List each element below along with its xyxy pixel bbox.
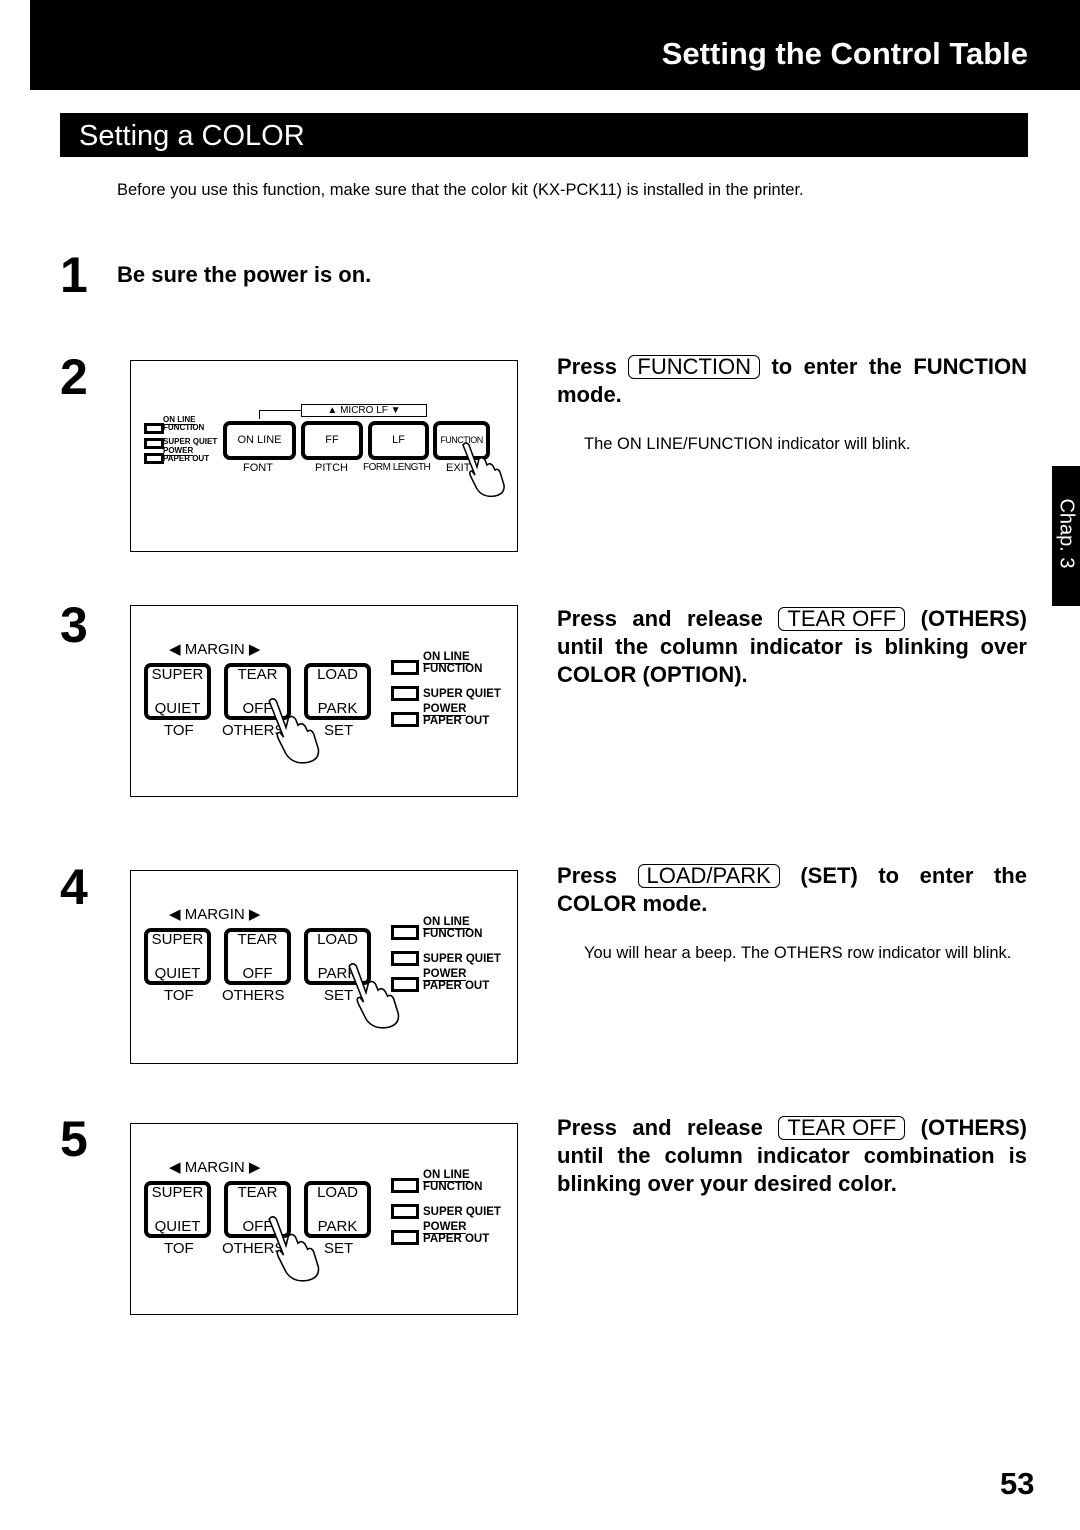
button-sublabel: FONT bbox=[243, 462, 273, 474]
indicator-lamp-icon bbox=[391, 660, 419, 675]
super-quiet-button: SUPER QUIET bbox=[144, 663, 211, 720]
button-label-line: SUPER bbox=[151, 666, 204, 683]
section-title-bar: Setting a COLOR bbox=[60, 113, 1028, 157]
heading-text: Press and release bbox=[557, 606, 763, 631]
online-button: ON LINE bbox=[223, 421, 296, 460]
indicator-lamp-icon bbox=[391, 686, 419, 701]
indicator-label: PAPER OUT bbox=[423, 980, 490, 992]
step-heading: Be sure the power is on. bbox=[117, 262, 372, 287]
indicator-lamp-icon bbox=[144, 423, 164, 434]
step-number: 3 bbox=[60, 597, 88, 653]
heading-text: Press bbox=[557, 354, 617, 379]
step-number: 2 bbox=[60, 349, 88, 405]
indicator-lamp-icon bbox=[391, 1204, 419, 1219]
intro-text: Before you use this function, make sure … bbox=[117, 181, 804, 199]
button-sublabel: SET bbox=[324, 722, 354, 739]
step-number: 1 bbox=[60, 247, 88, 303]
step-note: The ON LINE/FUNCTION indicator will blin… bbox=[584, 435, 911, 453]
button-sublabel: FORM LENGTH bbox=[363, 462, 431, 473]
button-label-line: QUIET bbox=[154, 965, 201, 982]
tear-off-button: TEAR OFF bbox=[224, 928, 291, 985]
ff-button: FF bbox=[301, 421, 363, 460]
button-sublabel: OTHERS bbox=[222, 987, 285, 1004]
tear-off-key-cap: TEAR OFF bbox=[778, 1116, 906, 1140]
button-label-line: SUPER bbox=[151, 931, 204, 948]
button-sublabel: SET bbox=[324, 1240, 354, 1257]
load-park-key-cap: LOAD/PARK bbox=[637, 864, 780, 888]
pointing-hand-icon bbox=[348, 963, 400, 1029]
control-panel-diagram: ◀ MARGIN ▶ SUPER QUIET TOF TEAR OFF OTHERS LOAD… bbox=[130, 605, 518, 797]
pointing-hand-icon bbox=[462, 442, 505, 497]
button-sublabel: PITCH bbox=[315, 462, 348, 474]
button-label-line: LOAD bbox=[317, 666, 358, 683]
step-heading: Press and release TEAR OFF (OTHERS) unti… bbox=[557, 1114, 1027, 1198]
step-heading: Press and release TEAR OFF (OTHERS) unti… bbox=[557, 605, 1027, 689]
heading-text: Press bbox=[557, 863, 617, 888]
button-label-line: QUIET bbox=[154, 700, 201, 717]
button-label-line: PARK bbox=[317, 700, 358, 717]
button-label-line: OFF bbox=[242, 965, 273, 982]
indicator-lamp-icon bbox=[391, 1178, 419, 1193]
button-label-line: LOAD bbox=[317, 931, 358, 948]
button-label-line: TEAR bbox=[237, 666, 278, 683]
bracket-line bbox=[259, 410, 302, 419]
lf-button: LF bbox=[368, 421, 429, 460]
indicator-label: SUPER QUIET bbox=[423, 1206, 501, 1218]
margin-label: ◀ MARGIN ▶ bbox=[169, 906, 261, 923]
margin-label: ◀ MARGIN ▶ bbox=[169, 641, 261, 658]
heading-text: Press and release bbox=[557, 1115, 763, 1140]
indicator-lamp-icon bbox=[391, 712, 419, 727]
heading-text: (SET) to enter the COLOR mode. bbox=[557, 863, 1027, 916]
pointing-hand-icon bbox=[268, 1216, 320, 1282]
button-label-line: SUPER bbox=[151, 1184, 204, 1201]
step-note: You will hear a beep. The OTHERS row ind… bbox=[584, 944, 1012, 962]
page-number: 53 bbox=[1000, 1466, 1035, 1501]
button-label-line: TEAR bbox=[237, 1184, 278, 1201]
super-quiet-button: SUPER QUIET bbox=[144, 1181, 211, 1238]
indicator-label: PAPER OUT bbox=[423, 1233, 490, 1245]
indicator-label: SUPER QUIET bbox=[163, 437, 218, 446]
button-sublabel: TOF bbox=[164, 987, 194, 1004]
chapter-tab: Chap. 3 bbox=[1052, 466, 1080, 606]
indicator-label: FUNCTION bbox=[163, 423, 205, 432]
indicator-label: PAPER OUT bbox=[163, 454, 210, 463]
step-number: 4 bbox=[60, 859, 88, 915]
indicator-label: PAPER OUT bbox=[423, 715, 490, 727]
step-number: 5 bbox=[60, 1111, 88, 1167]
indicator-lamp-icon bbox=[391, 925, 419, 940]
control-panel-diagram: ON LINE FUNCTION SUPER QUIET POWER PAPER… bbox=[130, 360, 518, 552]
tear-off-key-cap: TEAR OFF bbox=[778, 607, 906, 631]
indicator-lamp-icon bbox=[144, 453, 164, 464]
section-title: Setting a COLOR bbox=[79, 120, 305, 152]
indicator-lamp-icon bbox=[144, 438, 164, 449]
function-key-cap: FUNCTION bbox=[628, 355, 761, 379]
super-quiet-button: SUPER QUIET bbox=[144, 928, 211, 985]
button-sublabel: TOF bbox=[164, 722, 194, 739]
micro-lf-label: ▲ MICRO LF ▼ bbox=[301, 404, 427, 417]
indicator-label: FUNCTION bbox=[423, 1181, 483, 1193]
margin-label: ◀ MARGIN ▶ bbox=[169, 1159, 261, 1176]
indicator-label: FUNCTION bbox=[423, 663, 483, 675]
page-header-title: Setting the Control Table bbox=[661, 36, 1028, 71]
button-label-line: LOAD bbox=[317, 1184, 358, 1201]
indicator-label: SUPER QUIET bbox=[423, 688, 501, 700]
page-header-bar: Setting the Control Table bbox=[30, 0, 1080, 90]
indicator-label: FUNCTION bbox=[423, 928, 483, 940]
button-label-line: PARK bbox=[317, 1218, 358, 1235]
control-panel-diagram: ◀ MARGIN ▶ SUPER QUIET TOF TEAR OFF OTHERS LOAD… bbox=[130, 1123, 518, 1315]
indicator-label: SUPER QUIET bbox=[423, 953, 501, 965]
indicator-lamp-icon bbox=[391, 1230, 419, 1245]
control-panel-diagram: ◀ MARGIN ▶ SUPER QUIET TOF TEAR OFF OTHERS LOAD… bbox=[130, 870, 518, 1064]
button-label-line: TEAR bbox=[237, 931, 278, 948]
step-heading: Press FUNCTION to enter the FUNCTION mod… bbox=[557, 353, 1027, 409]
button-sublabel: TOF bbox=[164, 1240, 194, 1257]
pointing-hand-icon bbox=[268, 698, 320, 764]
step-heading: Press LOAD/PARK (SET) to enter the COLOR… bbox=[557, 862, 1027, 918]
button-label-line: QUIET bbox=[154, 1218, 201, 1235]
chapter-tab-label: Chap. 3 bbox=[1055, 498, 1078, 569]
